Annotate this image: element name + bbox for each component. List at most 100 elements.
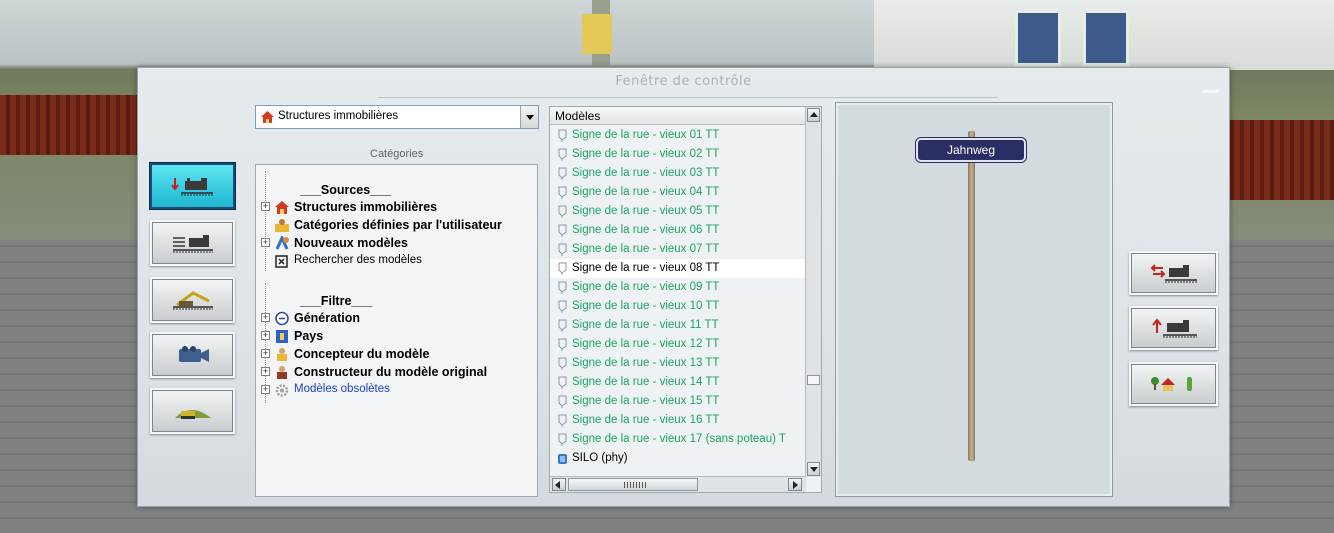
models-list-header: Modèles — [550, 107, 806, 125]
scroll-right-button[interactable] — [788, 478, 802, 491]
camera-mode-button[interactable] — [150, 332, 235, 378]
window-title: Fenêtre de contrôle — [615, 74, 752, 89]
expand-toggle[interactable]: + — [261, 331, 270, 340]
model-list-item[interactable]: Signe de la rue - vieux 12 TT — [550, 335, 806, 354]
tree-item-label: Catégories définies par l'utilisateur — [294, 218, 502, 232]
model-list-item[interactable]: Signe de la rue - vieux 01 TT — [550, 126, 806, 145]
model-list-item-label: Signe de la rue - vieux 02 TT — [572, 148, 720, 160]
model-list-item[interactable]: Signe de la rue - vieux 16 TT — [550, 411, 806, 430]
sign-model-icon — [558, 262, 567, 275]
vertical-scrollbar[interactable] — [805, 107, 821, 477]
model-list-item[interactable]: Signe de la rue - vieux 09 TT — [550, 278, 806, 297]
sources-heading: ___Sources___ — [300, 183, 392, 197]
model-list-item-label: SILO (phy) — [572, 452, 628, 464]
gear-icon — [275, 384, 289, 397]
preview-street-sign: Jahnweg — [916, 138, 1026, 162]
sign-model-icon — [558, 205, 567, 218]
expand-toggle[interactable]: + — [261, 367, 270, 376]
crane-icon — [172, 291, 213, 310]
user-folder-icon — [275, 219, 289, 232]
sign-model-icon — [558, 148, 567, 161]
model-list-item[interactable]: Signe de la rue - vieux 10 TT — [550, 297, 806, 316]
building-window — [1015, 10, 1061, 66]
tree-item-label: Nouveaux modèles — [294, 236, 408, 250]
flag-icon — [276, 330, 288, 343]
model-list-item[interactable]: Signe de la rue - vieux 05 TT — [550, 202, 806, 221]
fence — [0, 95, 140, 155]
clock-icon — [275, 311, 289, 326]
scroll-thumb[interactable] — [807, 375, 820, 385]
tree-item-label: Constructeur du modèle original — [294, 365, 488, 379]
title-divider — [378, 97, 998, 98]
model-list-item-label: Signe de la rue - vieux 01 TT — [572, 129, 720, 141]
categories-label: Catégories — [370, 148, 424, 160]
horizontal-scrollbar[interactable] — [550, 476, 806, 492]
expand-toggle[interactable]: + — [261, 385, 270, 394]
minimize-button[interactable] — [1203, 90, 1219, 93]
scroll-down-button[interactable] — [807, 462, 820, 476]
model-list-item[interactable]: Signe de la rue - vieux 02 TT — [550, 145, 806, 164]
designer-person-icon — [277, 348, 287, 361]
scroll-left-button[interactable] — [552, 478, 566, 491]
model-list-item-label: Signe de la rue - vieux 09 TT — [572, 281, 720, 293]
model-list-item-label: Signe de la rue - vieux 03 TT — [572, 167, 720, 179]
scroll-up-button[interactable] — [807, 108, 820, 122]
sign-model-icon — [558, 186, 567, 199]
model-list-item-label: Signe de la rue - vieux 04 TT — [572, 186, 720, 198]
expand-toggle[interactable]: + — [261, 238, 270, 247]
terrain-mode-button[interactable] — [150, 388, 235, 434]
model-list-item[interactable]: Signe de la rue - vieux 04 TT — [550, 183, 806, 202]
house-tree-icon — [1150, 377, 1192, 391]
sign-model-icon — [558, 414, 567, 427]
model-list-item[interactable]: Signe de la rue - vieux 11 TT — [550, 316, 806, 335]
sign-model-icon — [558, 281, 567, 294]
model-list-item[interactable]: SILO (phy) — [550, 449, 806, 468]
model-list-item-label: Signe de la rue - vieux 12 TT — [572, 338, 720, 350]
expand-toggle[interactable]: + — [261, 313, 270, 322]
tree-item-label: Rechercher des modèles — [294, 254, 422, 266]
horizontal-scroll-thumb[interactable] — [568, 478, 698, 491]
replace-model-button[interactable] — [1129, 251, 1218, 295]
model-list-item[interactable]: Signe de la rue - vieux 15 TT — [550, 392, 806, 411]
model-list-item[interactable]: Signe de la rue - vieux 03 TT — [550, 164, 806, 183]
category-tree: ___Sources___ + Structures immobilières … — [255, 164, 538, 497]
model-list-item-label: Signe de la rue - vieux 17 (sans poteau)… — [572, 433, 786, 445]
street-sign — [582, 14, 612, 54]
model-list-item[interactable]: Signe de la rue - vieux 14 TT — [550, 373, 806, 392]
combo-dropdown-arrow[interactable] — [520, 106, 538, 128]
track-mode-button[interactable] — [150, 220, 235, 266]
model-list-item-label: Signe de la rue - vieux 11 TT — [572, 319, 719, 331]
sign-model-icon — [558, 395, 567, 408]
model-list-item[interactable]: Signe de la rue - vieux 08 TT — [550, 259, 806, 278]
sign-model-icon — [558, 338, 567, 351]
model-list-item-label: Signe de la rue - vieux 10 TT — [572, 300, 720, 312]
expand-toggle[interactable]: + — [261, 202, 270, 211]
sign-model-icon — [558, 376, 567, 389]
tree-connector — [265, 171, 266, 271]
insert-model-mode-button[interactable] — [150, 163, 235, 209]
sign-model-icon — [558, 300, 567, 313]
landscape-mode-button[interactable] — [150, 277, 235, 323]
model-list-item-label: Signe de la rue - vieux 13 TT — [572, 357, 720, 369]
object-properties-button[interactable] — [1129, 362, 1218, 406]
filter-heading: ___Filtre___ — [300, 294, 373, 308]
video-camera-icon — [178, 346, 209, 362]
new-models-icon — [275, 236, 289, 250]
model-list-item[interactable]: Signe de la rue - vieux 17 (sans poteau)… — [550, 430, 806, 449]
locomotive-down-icon — [170, 178, 213, 196]
model-list-item[interactable]: Signe de la rue - vieux 07 TT — [550, 240, 806, 259]
lift-model-button[interactable] — [1129, 306, 1218, 350]
tree-item-label: Génération — [294, 311, 360, 325]
models-list: Modèles Signe de la rue - vieux 01 TT Sig… — [549, 106, 822, 493]
category-combo[interactable]: Structures immobilières — [255, 105, 539, 129]
model-list-item[interactable]: Signe de la rue - vieux 13 TT — [550, 354, 806, 373]
model-list-item[interactable]: Signe de la rue - vieux 06 TT — [550, 221, 806, 240]
model-list-item-label: Signe de la rue - vieux 16 TT — [572, 414, 720, 426]
house-icon — [275, 201, 289, 214]
builder-person-icon — [277, 366, 287, 379]
sign-model-icon — [558, 357, 567, 370]
fence — [1224, 120, 1334, 200]
expand-toggle[interactable]: + — [261, 349, 270, 358]
building-window — [1083, 10, 1129, 66]
bulldozer-icon — [174, 410, 211, 419]
